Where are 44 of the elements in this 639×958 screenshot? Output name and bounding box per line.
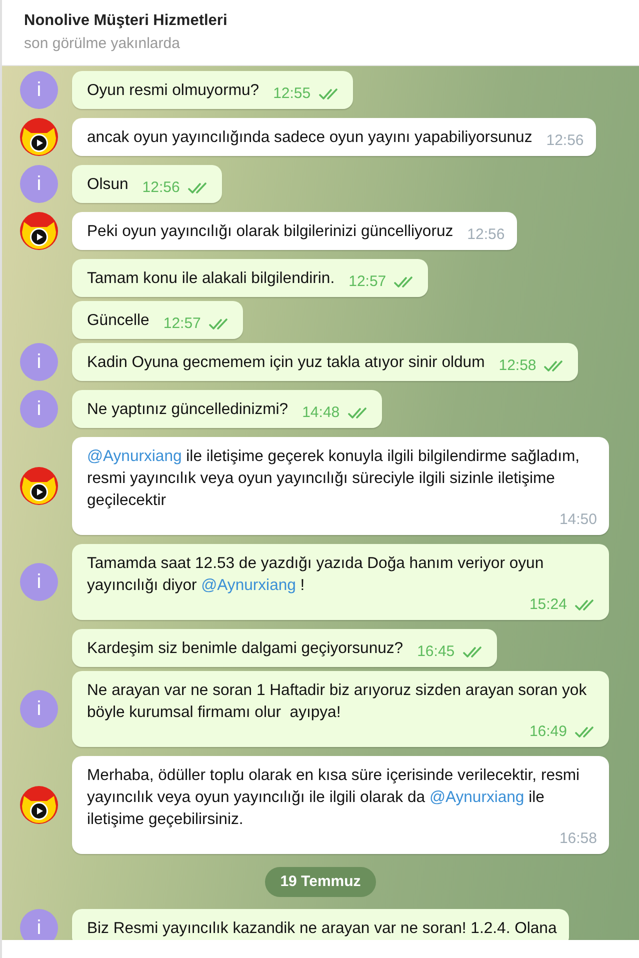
message-time: 14:50 bbox=[559, 512, 597, 528]
message-time: 16:45 bbox=[417, 644, 455, 660]
message-text: Kardeşim siz benimle dalgami geçiyorsunuz? bbox=[87, 639, 404, 659]
mention-link[interactable]: @Aynurxiang bbox=[201, 577, 296, 594]
last-seen-status: son görülme yakınlarda bbox=[24, 34, 180, 54]
message-time: 14:48 bbox=[302, 405, 340, 421]
date-label: 19 Temmuz bbox=[265, 867, 376, 897]
avatar[interactable]: i bbox=[20, 165, 58, 203]
message-time: 12:57 bbox=[163, 316, 201, 332]
play-logo-icon[interactable] bbox=[20, 786, 58, 824]
message-text: Biz Resmi yayıncılık kazandik ne arayan var ne soran! 1.2.4. Olana bbox=[87, 919, 557, 939]
chat-title: Nonolive Müşteri Hizmetleri bbox=[24, 11, 228, 31]
avatar[interactable]: i bbox=[20, 909, 58, 940]
message-text: Oyun resmi olmuyormu? bbox=[87, 81, 260, 101]
message-time: 12:56 bbox=[546, 133, 584, 149]
message-text: Peki oyun yayıncılığı olarak bilgilerinizi güncelliyoruz bbox=[87, 222, 454, 242]
mention-link[interactable]: @Aynurxiang bbox=[429, 789, 524, 806]
message-text: Kadin Oyuna gecmemem için yuz takla atıyor sinir oldum bbox=[87, 353, 485, 373]
avatar[interactable]: i bbox=[20, 390, 58, 428]
play-logo-icon[interactable] bbox=[20, 212, 58, 250]
message-text: Merhaba, ödüller toplu olarak en kısa süre içerisinde verilecektir, resmi yayıncılık veya oyun yayıncılığı ile ilgili olarak da @Aynurxiang ile iletişime geçebilirsiniz. bbox=[87, 766, 581, 830]
message-time: 12:58 bbox=[498, 358, 536, 374]
message-text: @Aynurxiang ile iletişime geçerek konuyla ilgili bilgilendirme sağladım, resmi yayıncılık veya oyun yayıncılığı süreciyle ilgili sizinle iletişime geçilecektir bbox=[87, 447, 581, 511]
message-text: Tamamda saat 12.53 de yazdığı yazıda Doğa hanım veriyor oyun yayıncılığı diyor @Aynurxiang ! bbox=[87, 554, 545, 596]
message-time: 12:57 bbox=[348, 274, 386, 290]
message-time: 15:24 bbox=[529, 597, 567, 613]
avatar[interactable]: i bbox=[20, 343, 58, 381]
avatar[interactable]: i bbox=[20, 690, 58, 728]
message-text: Ne yaptınız güncelledinizmi? bbox=[87, 400, 288, 420]
message-text: Ne arayan var ne soran 1 Haftadir biz arıyoruz sizden arayan soran yok böyle kurumsal firmamı olur ayıpya! bbox=[87, 681, 588, 723]
avatar[interactable]: i bbox=[20, 71, 58, 109]
message-time: 12:55 bbox=[273, 86, 311, 102]
avatar[interactable]: i bbox=[20, 563, 58, 601]
message-text: Olsun bbox=[87, 175, 128, 195]
message-time: 12:56 bbox=[142, 180, 180, 196]
message-text: Tamam konu ile alakali bilgilendirin. bbox=[87, 269, 335, 289]
mention-link[interactable]: @Aynurxiang bbox=[87, 448, 182, 465]
play-logo-icon[interactable] bbox=[20, 467, 58, 505]
message-time: 12:56 bbox=[467, 227, 505, 243]
message-text: ancak oyun yayıncılığında sadece oyun yayını yapabiliyorsunuz bbox=[87, 128, 532, 148]
message-time: 16:49 bbox=[529, 724, 567, 740]
message-time: 16:58 bbox=[559, 831, 597, 847]
play-logo-icon[interactable] bbox=[20, 118, 58, 156]
message-text: Güncelle bbox=[87, 311, 150, 331]
